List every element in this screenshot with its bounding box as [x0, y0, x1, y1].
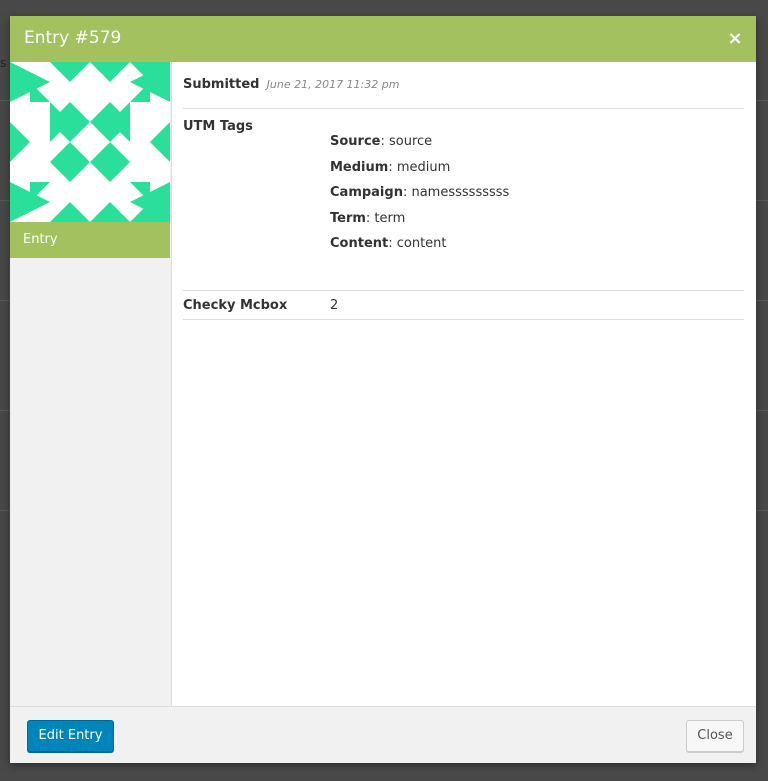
utm-tags-list: Source: source Medium: medium Campaign: … [330, 133, 509, 261]
identicon-avatar [10, 62, 170, 222]
utm-tags-label: UTM Tags [183, 119, 253, 134]
utm-key: Content [330, 236, 389, 251]
identicon-shape [90, 62, 130, 82]
utm-key: Medium [330, 159, 389, 175]
submitted-date: June 21, 2017 11:32 pm [266, 78, 400, 91]
sidebar-item-label: Entry [23, 232, 58, 247]
utm-item-medium: Medium: medium [330, 159, 509, 185]
close-button[interactable]: Close [686, 720, 744, 752]
edit-entry-button[interactable]: Edit Entry [27, 720, 114, 752]
utm-item-campaign: Campaign: namesssssssss [330, 184, 509, 210]
utm-value: : content [388, 236, 447, 251]
field-label: Checky Mcbox [183, 298, 288, 313]
utm-key: Term [330, 210, 366, 226]
utm-item-source: Source: source [330, 133, 509, 159]
utm-item-term: Term: term [330, 210, 509, 236]
submitted-label: Submitted [183, 77, 260, 92]
entry-modal: Entry #579 × Entry Submitted June 21, 20… [10, 16, 756, 763]
identicon-shape [90, 202, 130, 222]
background-text-fragment: s [0, 56, 7, 70]
utm-value: : source [380, 134, 433, 149]
field-value: 2 [330, 298, 339, 313]
divider [183, 290, 744, 291]
sidebar-item-entry[interactable]: Entry [10, 222, 170, 258]
identicon-shape [10, 122, 30, 162]
utm-value: : namesssssssss [402, 185, 510, 200]
identicon-shape [150, 122, 170, 162]
close-icon[interactable]: × [724, 28, 746, 50]
identicon-shape [50, 62, 90, 82]
modal-footer: Edit Entry Close [10, 706, 756, 763]
modal-title: Entry #579 [24, 28, 122, 48]
utm-item-content: Content: content [330, 235, 509, 261]
modal-sidebar: Entry [10, 62, 172, 706]
utm-value: : term [365, 210, 406, 226]
identicon-shapes [10, 62, 170, 222]
entry-details: Submitted June 21, 2017 11:32 pm UTM Tag… [183, 62, 744, 706]
divider [183, 108, 744, 109]
utm-key: Source [330, 134, 381, 149]
utm-value: : medium [388, 159, 451, 175]
identicon-shape [50, 202, 90, 222]
avatar [10, 62, 170, 222]
modal-header: Entry #579 × [10, 16, 756, 62]
submitted-row: Submitted June 21, 2017 11:32 pm [183, 77, 399, 92]
divider [183, 319, 744, 320]
utm-key: Campaign [330, 185, 403, 200]
